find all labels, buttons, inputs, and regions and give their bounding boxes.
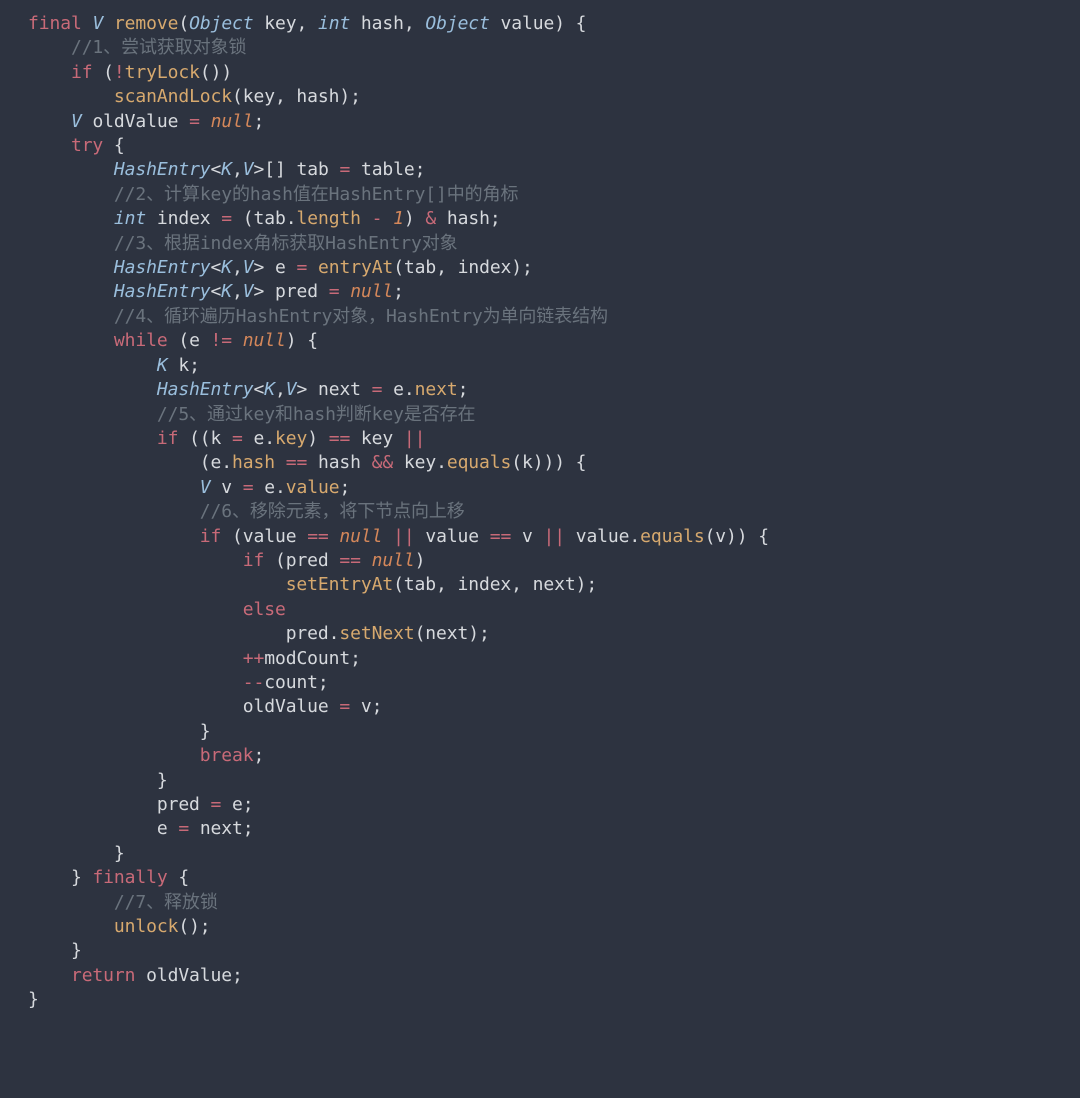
comment: //1、尝试获取对象锁 bbox=[71, 37, 246, 58]
kw-final: final bbox=[28, 13, 82, 34]
type-v: V bbox=[92, 13, 103, 34]
fn-remove: remove bbox=[114, 13, 178, 34]
code-block: final V remove(Object key, int hash, Obj… bbox=[0, 0, 1080, 1013]
